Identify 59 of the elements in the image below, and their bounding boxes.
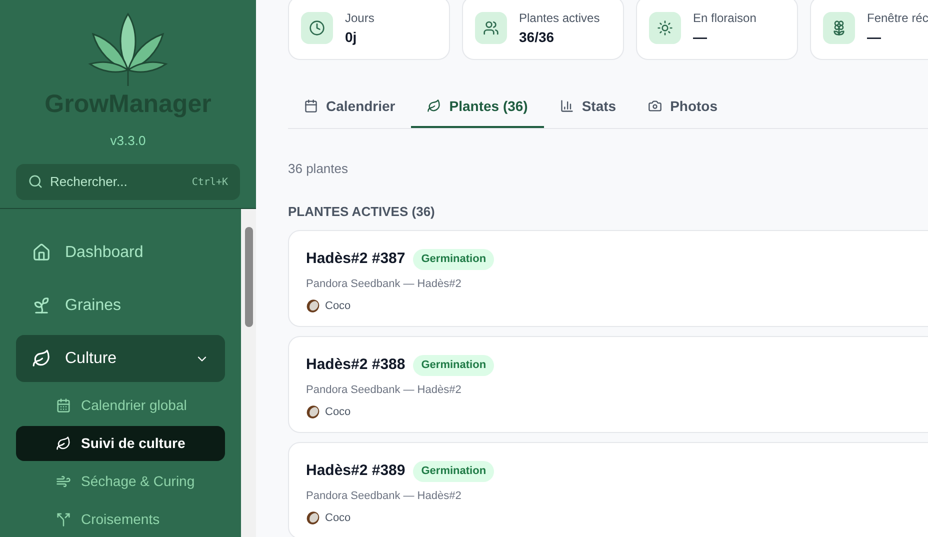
coconut-icon: [306, 511, 320, 526]
nav-item[interactable]: Culture: [16, 335, 225, 382]
medium-label: Coco: [325, 405, 351, 420]
nav-icon: [32, 243, 51, 262]
medium-label: Coco: [325, 511, 351, 526]
stat-icon: [823, 12, 855, 44]
plant-origin: Pandora Seedbank — Hadès#2: [306, 276, 462, 292]
subnav-icon: [56, 398, 71, 413]
stat-label: En floraison: [693, 10, 756, 26]
tab[interactable]: Stats: [544, 86, 632, 128]
stage-badge: Germination: [413, 249, 494, 270]
plant-card[interactable]: Hadès#2 #387 Germination Pandora Seedbank — Hadès#2 Coco: [288, 230, 928, 327]
stat-icon: [475, 12, 507, 44]
leaf-logo-icon: [88, 12, 168, 88]
tab-icon: [304, 99, 318, 113]
tab-icon: [427, 99, 442, 113]
stat-label: Plantes actives: [519, 10, 600, 26]
plant-origin: Pandora Seedbank — Hadès#2: [306, 488, 462, 504]
subnav-icon: [56, 512, 71, 527]
scrollbar[interactable]: [241, 209, 256, 537]
plant-name: Hadès#2 #389: [306, 461, 406, 481]
stat-label: Fenêtre réc: [867, 10, 928, 26]
medium-label: Coco: [325, 299, 351, 314]
version-label: v3.3.0: [110, 132, 146, 150]
tab-icon: [648, 99, 662, 113]
stat-icon: [301, 12, 333, 44]
coconut-icon: [306, 299, 320, 314]
nav-icon: [32, 349, 51, 368]
subnav-item[interactable]: Calendrier global: [16, 388, 225, 423]
stat-value: 0j: [345, 28, 358, 47]
subnav-icon: [56, 474, 71, 489]
stat-value: —: [867, 28, 882, 46]
subnav-icon: [56, 436, 71, 451]
tab[interactable]: Calendrier: [288, 86, 412, 128]
search-icon: [28, 174, 43, 188]
plant-count: 36 plantes: [288, 160, 349, 178]
subnav-item[interactable]: Séchage & Curing: [16, 464, 225, 499]
nav-icon: [32, 296, 51, 315]
nav-item[interactable]: Dashboard: [16, 229, 225, 276]
plant-name: Hadès#2 #387: [306, 249, 406, 269]
plant-origin: Pandora Seedbank — Hadès#2: [306, 382, 462, 398]
shortcut-hint: Ctrl+K: [192, 176, 228, 190]
tab[interactable]: Plantes (36): [411, 86, 544, 128]
stage-badge: Germination: [413, 461, 494, 482]
stat-icon: [649, 12, 681, 44]
stat-label: Jours: [345, 10, 374, 26]
subnav-item[interactable]: Croisements: [16, 502, 225, 537]
nav-item[interactable]: Graines: [16, 282, 225, 329]
stat-value: —: [693, 28, 708, 46]
plant-name: Hadès#2 #388: [306, 355, 406, 375]
section-title: PLANTES ACTIVES (36): [288, 202, 436, 221]
tab-icon: [560, 99, 574, 113]
plant-card[interactable]: Hadès#2 #389 Germination Pandora Seedbank — Hadès#2 Coco: [288, 442, 928, 537]
stat-value: 36/36: [519, 28, 556, 46]
plant-card[interactable]: Hadès#2 #388 Germination Pandora Seedbank — Hadès#2 Coco: [288, 336, 928, 433]
stage-badge: Germination: [413, 355, 494, 376]
tab[interactable]: Photos: [632, 86, 734, 128]
subnav-item[interactable]: Suivi de culture: [16, 426, 225, 461]
coconut-icon: [306, 405, 320, 420]
